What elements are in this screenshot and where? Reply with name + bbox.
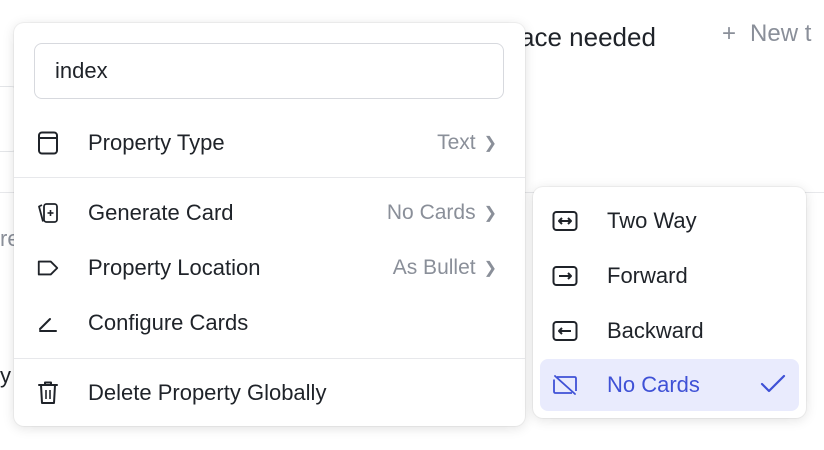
submenu-item-backward[interactable]: Backward (540, 305, 799, 357)
generate-card-value: No Cards ❯ (386, 201, 497, 224)
checkmark-icon (759, 372, 787, 396)
pen-icon (36, 311, 60, 335)
menu-item-generate-card[interactable]: Generate Card No Cards ❯ (14, 189, 525, 237)
tag-icon (36, 256, 60, 280)
no-cards-icon (552, 373, 578, 397)
submenu-item-label: Two Way (607, 208, 697, 233)
chevron-right-icon: ❯ (483, 260, 497, 277)
plus-icon: + (722, 20, 737, 47)
menu-item-property-type[interactable]: Property Type Text ❯ (14, 119, 525, 167)
menu-divider (14, 177, 525, 178)
menu-item-delete-property[interactable]: Delete Property Globally (14, 369, 525, 417)
forward-arrow-icon (552, 264, 578, 288)
menu-item-label: Generate Card (88, 200, 234, 225)
menu-item-label: Property Type (88, 130, 225, 155)
property-menu: Property Type Text❯ Generate Card No Car… (14, 23, 525, 426)
backward-arrow-icon (552, 319, 578, 343)
submenu-item-label: No Cards (607, 372, 700, 397)
property-name-input[interactable] (34, 43, 504, 99)
property-type-value: Text ❯ (437, 131, 497, 154)
chevron-right-icon: ❯ (483, 135, 497, 152)
background-text-fragment: y (0, 363, 11, 388)
submenu-item-no-cards[interactable]: No Cards (540, 359, 799, 411)
page-title-fragment: ace needed (520, 22, 656, 52)
submenu-item-label: Backward (607, 318, 704, 343)
chevron-right-icon: ❯ (483, 205, 497, 222)
calculator-icon (36, 131, 60, 155)
card-direction-submenu: Two Way Forward Backward No Cards (533, 187, 806, 418)
submenu-item-forward[interactable]: Forward (540, 250, 799, 302)
menu-item-label: Delete Property Globally (88, 380, 327, 405)
menu-item-property-location[interactable]: Property Location As Bullet ❯ (14, 244, 525, 292)
two-way-arrow-icon (552, 209, 578, 233)
submenu-item-label: Forward (607, 263, 688, 288)
submenu-item-two-way[interactable]: Two Way (540, 195, 799, 247)
new-tab-button[interactable]: + New t (722, 20, 811, 48)
cards-icon (36, 201, 60, 225)
menu-divider (14, 358, 525, 359)
new-tab-label: New t (750, 20, 812, 47)
menu-item-label: Property Location (88, 255, 261, 280)
menu-item-label: Configure Cards (88, 310, 249, 335)
trash-icon (36, 381, 60, 405)
property-location-value: As Bullet ❯ (392, 256, 497, 279)
menu-item-configure-cards[interactable]: Configure Cards (14, 299, 525, 347)
